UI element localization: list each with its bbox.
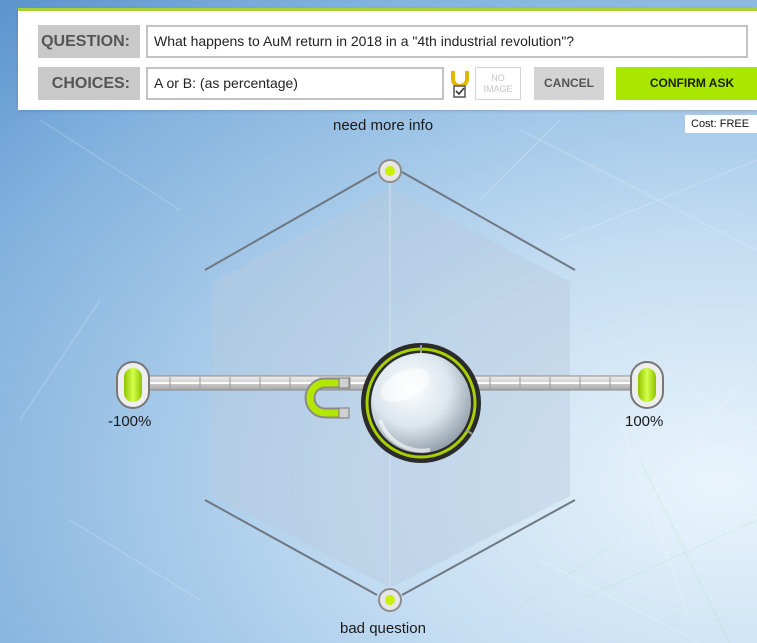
question-label: QUESTION: (38, 25, 140, 58)
top-node-handle[interactable] (378, 159, 402, 183)
no-image-line2: IMAGE (483, 84, 513, 94)
right-pill-handle[interactable] (630, 361, 664, 409)
right-axis-label: 100% (625, 413, 664, 430)
choices-row: CHOICES: A or B: (as percentage) NO IMAG… (38, 67, 757, 100)
left-axis-label: -100% (108, 413, 152, 430)
bottom-node-handle[interactable] (378, 588, 402, 612)
confirm-ask-button[interactable]: CONFIRM ASK (616, 67, 757, 100)
choices-input[interactable]: A or B: (as percentage) (146, 67, 444, 100)
question-input[interactable]: What happens to AuM return in 2018 in a … (146, 25, 748, 58)
no-image-button[interactable]: NO IMAGE (475, 67, 521, 100)
no-image-line1: NO (491, 73, 505, 83)
magnifier-lens-icon[interactable] (361, 343, 481, 463)
cost-badge: Cost: FREE (685, 115, 757, 133)
question-row: QUESTION: What happens to AuM return in … (38, 25, 748, 58)
choices-label: CHOICES: (38, 67, 140, 100)
cancel-button[interactable]: CANCEL (534, 67, 604, 100)
ask-panel: QUESTION: What happens to AuM return in … (18, 8, 757, 110)
magnet-toggle-icon[interactable] (449, 69, 471, 99)
top-axis-label: need more info (333, 117, 434, 134)
left-pill-handle[interactable] (116, 361, 150, 409)
bottom-axis-label: bad question (340, 620, 426, 637)
